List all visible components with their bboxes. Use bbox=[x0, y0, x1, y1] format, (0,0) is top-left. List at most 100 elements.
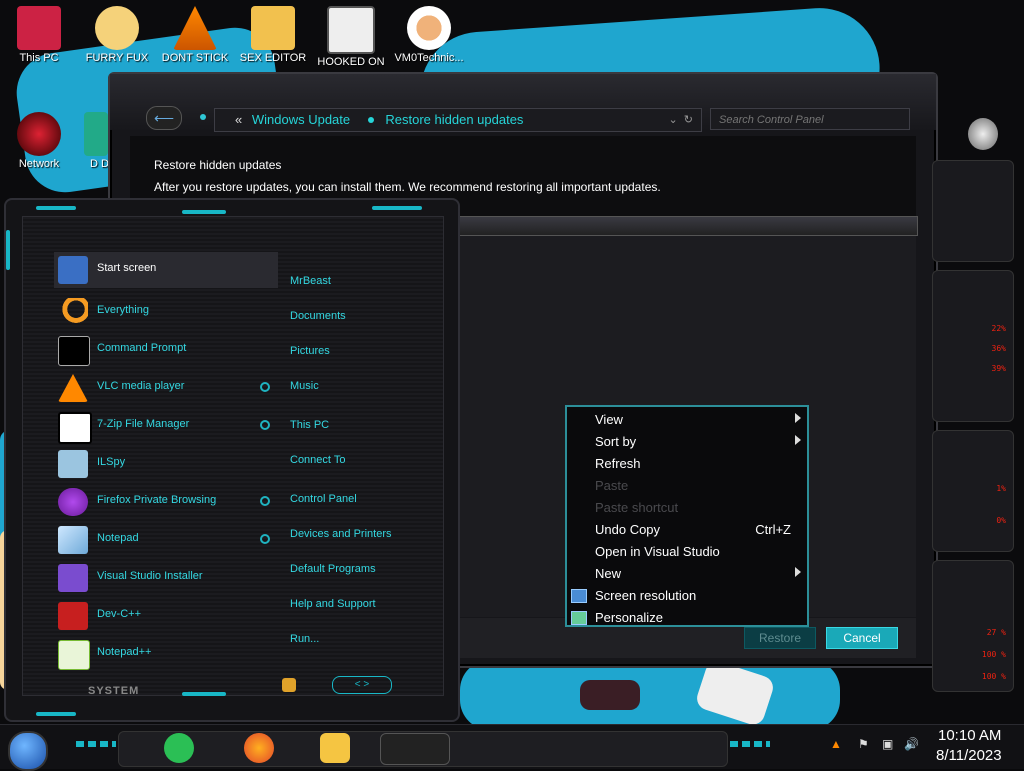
place-run[interactable]: Run... bbox=[290, 633, 319, 645]
desktop-icon-label: FURRY FUX bbox=[85, 52, 149, 64]
search-box[interactable] bbox=[710, 108, 910, 130]
breadcrumb-restore-hidden-updates[interactable]: Restore hidden updates bbox=[385, 112, 523, 127]
program-command-prompt[interactable]: Command Prompt bbox=[54, 332, 278, 368]
jump-list-icon[interactable] bbox=[260, 420, 270, 430]
jump-list-icon[interactable] bbox=[260, 534, 270, 544]
place-control-panel[interactable]: Control Panel bbox=[290, 493, 357, 505]
program-everything[interactable]: Everything bbox=[54, 294, 278, 330]
gadget-value: 0% bbox=[996, 516, 1006, 525]
desktop-icon-label: HOOKED ON bbox=[317, 56, 385, 68]
menu-item-view[interactable]: View bbox=[567, 409, 807, 431]
place-this-pc[interactable]: This PC bbox=[290, 419, 329, 431]
place-connect-to[interactable]: Connect To bbox=[290, 454, 345, 466]
gadget-value: 1% bbox=[996, 484, 1006, 493]
menu-item-label: Paste shortcut bbox=[595, 500, 679, 515]
place-music[interactable]: Music bbox=[290, 380, 319, 392]
menu-item-undo-copy[interactable]: Undo Copy Ctrl+Z bbox=[567, 519, 807, 541]
breadcrumb-prefix: « bbox=[235, 112, 243, 127]
menu-item-label: Personalize bbox=[595, 610, 663, 625]
menu-item-refresh[interactable]: Refresh bbox=[567, 453, 807, 475]
desktop-icon-label: This PC bbox=[19, 52, 59, 64]
file-explorer-icon[interactable] bbox=[320, 733, 350, 763]
desktop-icon-dont-stick[interactable]: DONT STICK bbox=[158, 6, 232, 64]
network-tray-icon[interactable]: ▣ bbox=[882, 737, 893, 751]
program-notepad[interactable]: Notepad bbox=[54, 522, 278, 558]
program-devcpp[interactable]: Dev-C++ bbox=[54, 598, 278, 634]
menu-item-label: Undo Copy bbox=[595, 522, 661, 537]
program-label: ILSpy bbox=[97, 456, 126, 468]
start-nav-arrows[interactable]: < > bbox=[332, 676, 392, 694]
breadcrumb-separator bbox=[367, 117, 374, 123]
search-input[interactable] bbox=[717, 113, 891, 127]
desktop-icon-network[interactable]: Network bbox=[2, 112, 76, 170]
desktop-icon-sex-editor[interactable]: SEX EDITOR bbox=[236, 6, 310, 64]
place-documents[interactable]: Documents bbox=[290, 310, 346, 322]
tray-app-icon[interactable]: ▲ bbox=[830, 737, 842, 751]
volume-icon[interactable]: 🔊 bbox=[904, 737, 919, 751]
program-label: 7-Zip File Manager bbox=[97, 418, 190, 430]
place-mrbeast[interactable]: MrBeast bbox=[290, 275, 331, 287]
desktop-icon-hooked-on[interactable]: HOOKED ON bbox=[314, 6, 388, 68]
cancel-button[interactable]: Cancel bbox=[826, 627, 898, 649]
desktop-icon-vm0technic[interactable]: VM0Technic... bbox=[392, 6, 466, 64]
jump-list-icon[interactable] bbox=[260, 496, 270, 506]
menu-item-label: Open in Visual Studio bbox=[595, 544, 720, 559]
program-vs-installer[interactable]: Visual Studio Installer bbox=[54, 560, 278, 596]
menu-item-open-in-visual-studio[interactable]: Open in Visual Studio bbox=[567, 541, 807, 563]
clock-time[interactable]: 10:10 AM bbox=[938, 727, 1001, 744]
wallpaper-shape bbox=[460, 660, 840, 730]
jump-list-icon[interactable] bbox=[260, 382, 270, 392]
address-bar[interactable]: « Windows Update Restore hidden updates … bbox=[214, 108, 702, 132]
gadget-panel bbox=[932, 160, 1014, 262]
feedback-hub-icon[interactable] bbox=[164, 733, 194, 763]
submenu-arrow-icon bbox=[795, 413, 801, 423]
hxd-editor-icon bbox=[251, 6, 295, 50]
program-start-screen[interactable]: Start screen bbox=[54, 252, 278, 288]
submenu-arrow-icon bbox=[795, 567, 801, 577]
program-vlc[interactable]: VLC media player bbox=[54, 370, 278, 406]
shutdown-icon[interactable] bbox=[282, 678, 296, 692]
gadget-value: 100 % bbox=[981, 672, 1006, 681]
menu-item-sort-by[interactable]: Sort by bbox=[567, 431, 807, 453]
desktop-icon-furry-fux[interactable]: FURRY FUX bbox=[80, 6, 154, 64]
menu-item-personalize[interactable]: Personalize bbox=[567, 607, 807, 629]
doctor-user-icon bbox=[407, 6, 451, 50]
taskbar: ▲ ⚑ ▣ 🔊 bbox=[0, 724, 1024, 771]
alienware-app-icon[interactable] bbox=[380, 733, 450, 765]
start-orb-button[interactable] bbox=[8, 731, 48, 771]
menu-item-label: View bbox=[595, 412, 623, 427]
program-label: Firefox Private Browsing bbox=[97, 494, 217, 506]
desktop-icon-label: DONT STICK bbox=[161, 52, 229, 64]
ilspy-icon bbox=[58, 450, 88, 478]
gadget-value: 39% bbox=[991, 364, 1006, 373]
back-button[interactable]: ⟵ bbox=[146, 106, 182, 130]
list-column-header[interactable] bbox=[440, 216, 918, 236]
restore-button[interactable]: Restore bbox=[744, 627, 816, 649]
desktop-icon-this-pc[interactable]: This PC bbox=[2, 6, 76, 64]
menu-item-label: Sort by bbox=[595, 434, 637, 449]
vlc-cone-icon bbox=[173, 6, 217, 50]
program-7zip[interactable]: 7-Zip File Manager bbox=[54, 408, 278, 444]
place-devices-and-printers[interactable]: Devices and Printers bbox=[290, 528, 392, 540]
place-help-and-support[interactable]: Help and Support bbox=[290, 598, 376, 610]
place-default-programs[interactable]: Default Programs bbox=[290, 563, 376, 575]
firefox-icon[interactable] bbox=[244, 733, 274, 763]
menu-item-new[interactable]: New bbox=[567, 563, 807, 585]
7zip-icon bbox=[58, 412, 92, 444]
program-notepadpp[interactable]: Notepad++ bbox=[54, 636, 278, 672]
program-firefox-private[interactable]: Firefox Private Browsing bbox=[54, 484, 278, 520]
program-ilspy[interactable]: ILSpy bbox=[54, 446, 278, 482]
clock-date[interactable]: 8/11/2023 bbox=[936, 747, 1002, 764]
address-controls[interactable]: ⌄ ↻ bbox=[668, 109, 693, 131]
menu-item-screen-resolution[interactable]: Screen resolution bbox=[567, 585, 807, 607]
this-pc-icon bbox=[17, 6, 61, 50]
place-pictures[interactable]: Pictures bbox=[290, 345, 330, 357]
program-label: VLC media player bbox=[97, 380, 185, 392]
breadcrumb-windows-update[interactable]: Windows Update bbox=[252, 112, 350, 127]
vlc-icon bbox=[58, 374, 88, 402]
desktop-icon-label: Network bbox=[18, 158, 60, 170]
flag-icon[interactable]: ⚑ bbox=[858, 737, 869, 751]
menu-item-paste: Paste bbox=[567, 475, 807, 497]
vs-installer-icon bbox=[58, 564, 88, 592]
network-icon bbox=[17, 112, 61, 156]
